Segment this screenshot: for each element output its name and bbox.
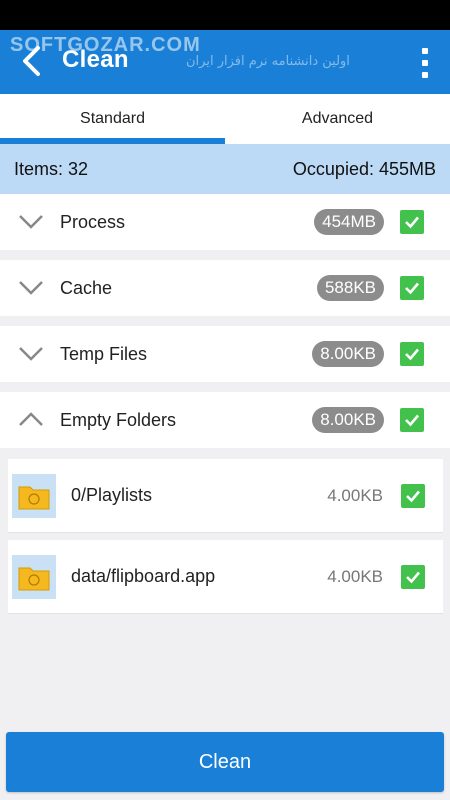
size-badge: 8.00KB [312, 407, 384, 433]
chevron-left-icon [23, 46, 40, 76]
more-vert-icon [422, 48, 428, 54]
tab-advanced[interactable]: Advanced [225, 94, 450, 144]
group-label: Cache [60, 277, 113, 298]
size-badge: 8.00KB [312, 341, 384, 367]
summary-bar: Items: 32 Occupied: 455MB [0, 144, 450, 194]
group-process[interactable]: Process 454MB [0, 194, 450, 250]
group-label: Temp Files [60, 343, 148, 364]
occupied-size: Occupied: 455MB [292, 158, 436, 179]
tab-standard[interactable]: Standard [0, 94, 225, 144]
chevron-down-icon [19, 215, 43, 229]
group-temp-files[interactable]: Temp Files 8.00KB [0, 326, 450, 382]
list-item[interactable]: data/flipboard.app 4.00KB [8, 540, 443, 614]
tab-bar: Standard Advanced [0, 94, 450, 144]
status-bar [0, 0, 450, 30]
list-item[interactable]: 0/Playlists 4.00KB [8, 459, 443, 533]
checkbox-checked-icon[interactable] [401, 564, 425, 589]
group-label: Empty Folders [60, 409, 177, 430]
checkbox-checked-icon[interactable] [400, 276, 424, 300]
clean-button[interactable]: Clean [6, 732, 444, 792]
file-name: data/flipboard.app [71, 566, 216, 586]
group-empty-folders[interactable]: Empty Folders 8.00KB [0, 392, 450, 448]
back-button[interactable] [14, 44, 48, 78]
file-size: 4.00KB [327, 485, 383, 505]
chevron-down-icon [19, 347, 43, 361]
file-size: 4.00KB [327, 566, 383, 586]
items-count: Items: 32 [14, 158, 89, 179]
size-badge: 454MB [314, 209, 384, 235]
folder-icon [12, 474, 56, 518]
checkbox-checked-icon[interactable] [400, 408, 424, 432]
app-bar: SOFTGOZAR.COM اولین دانشنامه نرم افزار ا… [0, 30, 450, 94]
checkbox-checked-icon[interactable] [400, 342, 424, 366]
folder-icon [12, 555, 56, 599]
group-label: Process [60, 211, 126, 232]
size-badge: 588KB [316, 275, 384, 301]
watermark-subtitle: اولین دانشنامه نرم افزار ایران [186, 54, 350, 69]
chevron-down-icon [19, 281, 43, 295]
more-options-button[interactable] [418, 46, 432, 80]
checkbox-checked-icon[interactable] [401, 483, 425, 508]
checkbox-checked-icon[interactable] [400, 210, 424, 234]
file-name: 0/Playlists [71, 485, 153, 505]
group-cache[interactable]: Cache 588KB [0, 260, 450, 316]
chevron-up-icon [19, 412, 43, 426]
page-title: Clean [62, 46, 129, 73]
